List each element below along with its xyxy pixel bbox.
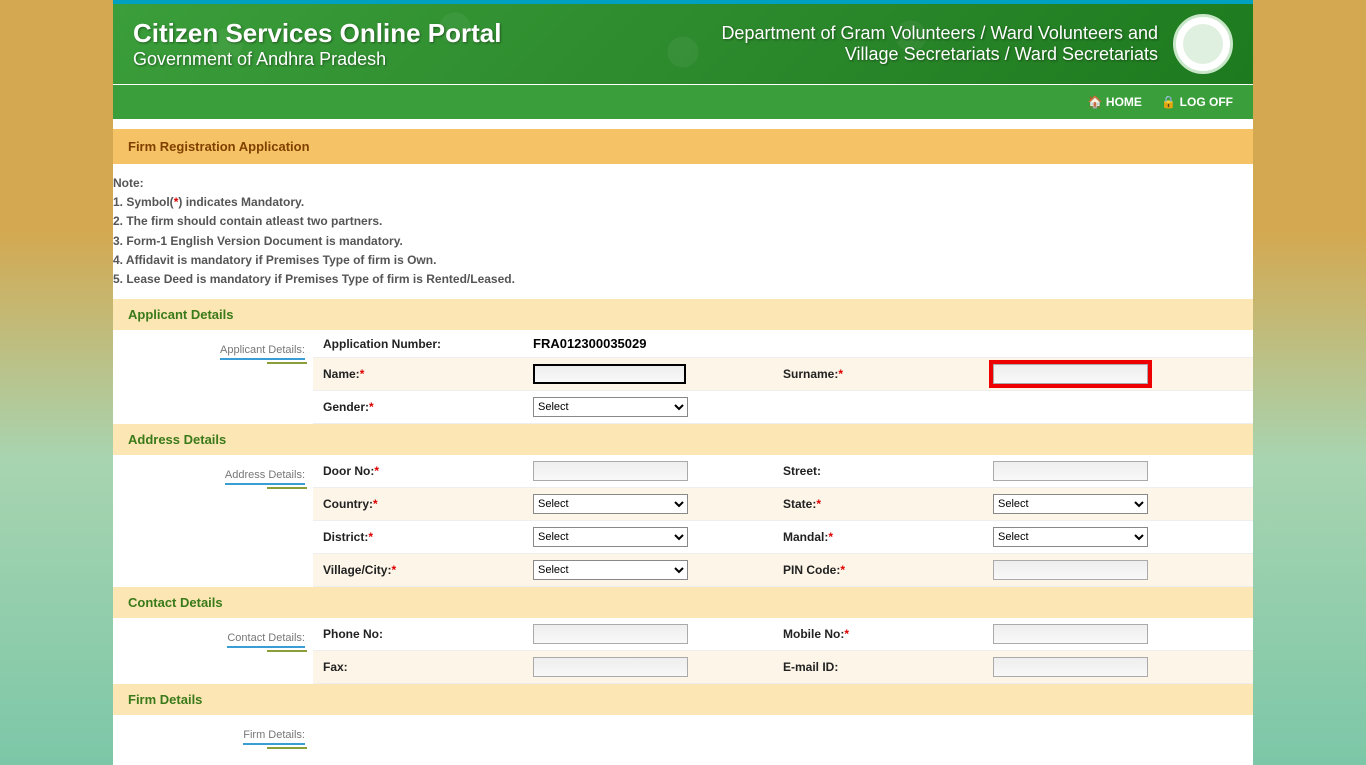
name-input[interactable] bbox=[533, 364, 686, 384]
home-icon: 🏠 bbox=[1088, 95, 1103, 109]
header-banner: Citizen Services Online Portal Governmen… bbox=[113, 0, 1253, 84]
app-number-label: Application Number: bbox=[313, 330, 523, 357]
contact-section-header: Contact Details bbox=[113, 587, 1253, 618]
fax-input[interactable] bbox=[533, 657, 688, 677]
applicant-section-header: Applicant Details bbox=[113, 299, 1253, 330]
pin-input[interactable] bbox=[993, 560, 1148, 580]
country-select[interactable]: Select bbox=[533, 494, 688, 514]
mandal-select[interactable]: Select bbox=[993, 527, 1148, 547]
govt-logo bbox=[1173, 14, 1233, 74]
firm-section-header: Firm Details bbox=[113, 684, 1253, 715]
notes-panel: Note: 1. Symbol(*) indicates Mandatory. … bbox=[113, 164, 1253, 299]
address-section-header: Address Details bbox=[113, 424, 1253, 455]
nav-bar: 🏠 HOME 🔒 LOG OFF bbox=[113, 84, 1253, 119]
contact-sidebar-label: Contact Details: bbox=[227, 632, 305, 648]
gender-select[interactable]: Select bbox=[533, 397, 688, 417]
department-title: Department of Gram Volunteers / Ward Vol… bbox=[721, 23, 1158, 65]
state-select[interactable]: Select bbox=[993, 494, 1148, 514]
phone-input[interactable] bbox=[533, 624, 688, 644]
village-select[interactable]: Select bbox=[533, 560, 688, 580]
portal-title: Citizen Services Online Portal bbox=[133, 18, 501, 49]
nav-logoff-link[interactable]: 🔒 LOG OFF bbox=[1161, 95, 1233, 109]
nav-home-link[interactable]: 🏠 HOME bbox=[1088, 95, 1142, 109]
app-number-value: FRA012300035029 bbox=[533, 336, 646, 351]
firm-sidebar-label: Firm Details: bbox=[243, 729, 305, 745]
street-input[interactable] bbox=[993, 461, 1148, 481]
address-sidebar-label: Address Details: bbox=[225, 469, 305, 485]
email-input[interactable] bbox=[993, 657, 1148, 677]
applicant-sidebar-label: Applicant Details: bbox=[220, 344, 305, 360]
note-heading: Note: bbox=[113, 174, 1253, 193]
door-input[interactable] bbox=[533, 461, 688, 481]
surname-input[interactable] bbox=[993, 364, 1148, 384]
mobile-input[interactable] bbox=[993, 624, 1148, 644]
lock-icon: 🔒 bbox=[1161, 95, 1176, 109]
portal-subtitle: Government of Andhra Pradesh bbox=[133, 49, 501, 70]
district-select[interactable]: Select bbox=[533, 527, 688, 547]
page-title: Firm Registration Application bbox=[113, 129, 1253, 164]
